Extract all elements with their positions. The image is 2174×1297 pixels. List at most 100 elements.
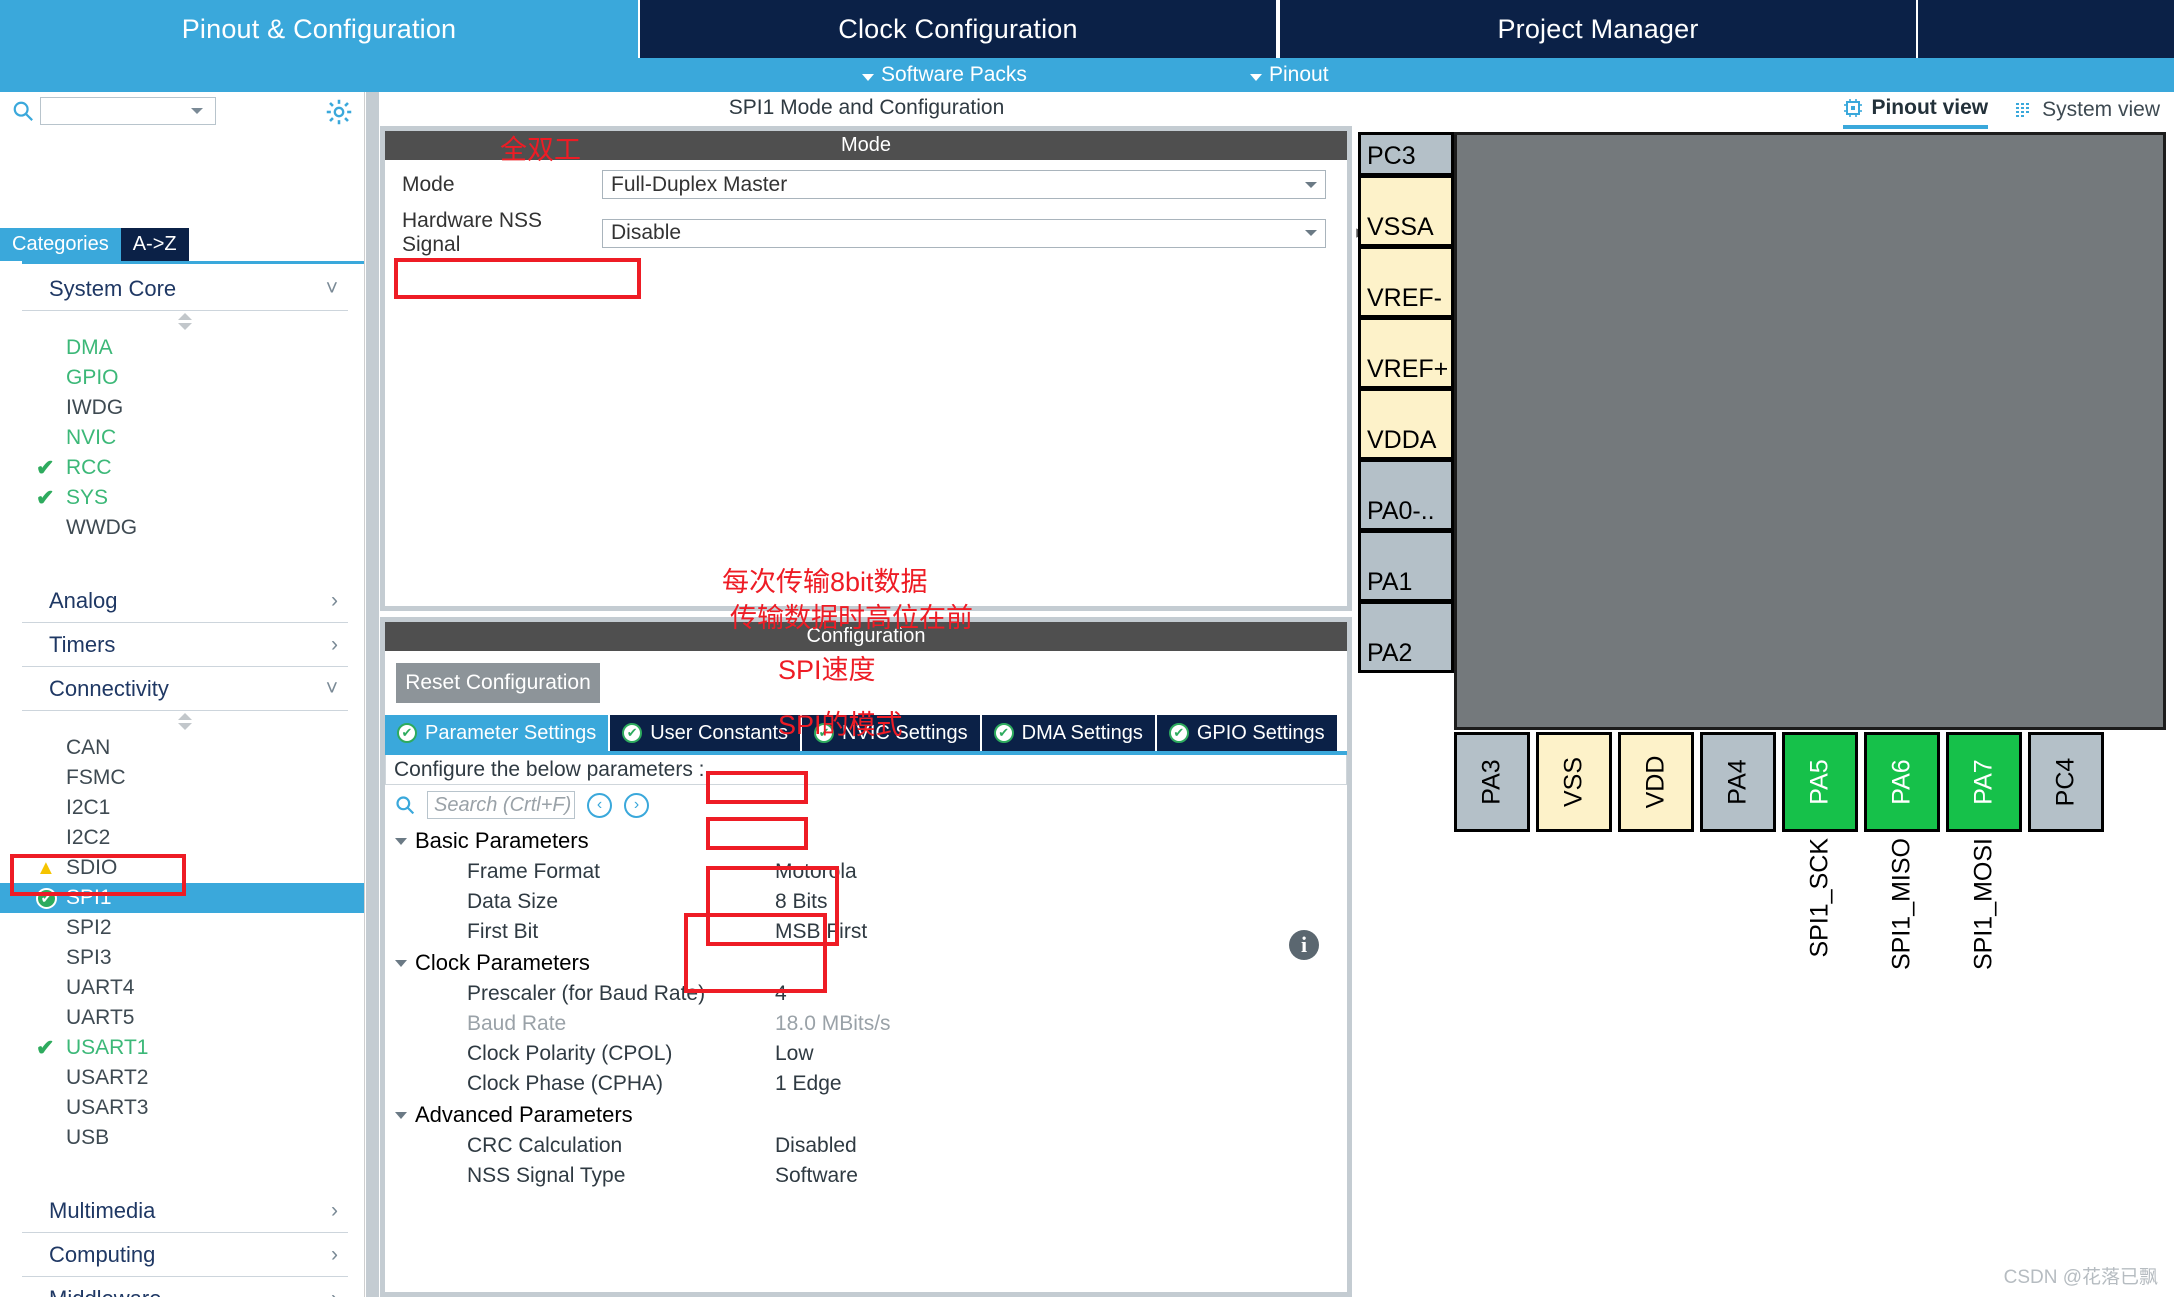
sidebar-item-gpio[interactable]: GPIO — [0, 363, 364, 393]
pin-pa0[interactable]: PA0-.. — [1358, 459, 1454, 531]
gear-icon[interactable] — [325, 98, 353, 126]
sidebar-item-spi2[interactable]: SPI2 — [0, 913, 364, 943]
sidebar-item-usart1[interactable]: ✔ USART1 — [0, 1033, 364, 1063]
sidebar-view-tabs: Categories A->Z — [0, 228, 364, 261]
param-row-prescaler[interactable]: Prescaler (for Baud Rate) 4 — [385, 979, 1347, 1009]
sidebar-item-usb-label: USB — [66, 1126, 110, 1149]
tab-categories[interactable]: Categories — [0, 228, 121, 261]
check-circle-icon: ✔ — [36, 887, 62, 909]
pinout-view-tab-bar: Pinout view System view — [1843, 96, 2160, 129]
tab-project-manager[interactable]: Project Manager — [1278, 0, 1918, 58]
sidebar-item-i2c2[interactable]: I2C2 — [0, 823, 364, 853]
pin-pa1[interactable]: PA1 — [1358, 530, 1454, 602]
pin-pc3[interactable]: PC3 — [1358, 132, 1454, 176]
tab-a-to-z[interactable]: A->Z — [120, 228, 189, 261]
sidebar-item-uart5[interactable]: UART5 — [0, 1003, 364, 1033]
tab-dma-settings[interactable]: ✔ DMA Settings — [979, 715, 1155, 751]
sidebar-item-iwdg[interactable]: IWDG — [0, 393, 364, 423]
parameter-search-input[interactable]: Search (Crtl+F) — [427, 791, 575, 819]
pin-pa2[interactable]: PA2 — [1358, 601, 1454, 673]
group-analog-label: Analog — [49, 587, 118, 613]
reset-configuration-button[interactable]: Reset Configuration — [396, 663, 600, 703]
param-row-nss-signal-type[interactable]: NSS Signal Type Software — [385, 1161, 1347, 1191]
group-multimedia[interactable]: Multimedia › — [22, 1189, 348, 1233]
sidebar-item-uart4[interactable]: UART4 — [0, 973, 364, 1003]
sidebar-item-sdio[interactable]: ▲ SDIO — [0, 853, 364, 883]
chevron-down-icon: ˅ — [325, 676, 338, 700]
mode-row: Mode Full-Duplex Master — [385, 170, 1347, 199]
tab-gpio-settings[interactable]: ✔ GPIO Settings — [1154, 715, 1337, 751]
sidebar-search-row — [0, 92, 364, 130]
sidebar-item-rcc[interactable]: ✔ RCC — [0, 453, 364, 483]
search-prev-button[interactable]: ‹ — [587, 792, 612, 818]
sidebar-item-can[interactable]: CAN — [0, 733, 364, 763]
pinout-menu[interactable]: Pinout — [1250, 63, 1329, 87]
pin-vdd[interactable]: VDD — [1618, 732, 1694, 832]
pin-vss[interactable]: VSS — [1536, 732, 1612, 832]
sub-tab-bar: Software Packs Pinout — [0, 58, 2174, 92]
tree-scroll-handle[interactable] — [0, 711, 364, 733]
tab-user-constants[interactable]: ✔ User Constants — [608, 715, 801, 751]
tab-pinout-configuration[interactable]: Pinout & Configuration — [0, 0, 638, 58]
sidebar-item-fsmc[interactable]: FSMC — [0, 763, 364, 793]
group-middleware[interactable]: Middleware › — [22, 1277, 348, 1297]
mode-select[interactable]: Full-Duplex Master — [602, 170, 1326, 199]
pin-pa5[interactable]: PA5 — [1782, 732, 1858, 832]
group-system-core-label: System Core — [49, 275, 177, 301]
tab-pinout-view[interactable]: Pinout view — [1843, 96, 1989, 129]
param-row-baud-rate: Baud Rate 18.0 MBits/s — [385, 1009, 1347, 1039]
hardware-nss-row: Hardware NSS Signal Disable — [385, 209, 1347, 257]
software-packs-label: Software Packs — [881, 63, 1027, 86]
sidebar-item-wwdg[interactable]: WWDG — [0, 513, 364, 543]
sidebar-item-nvic[interactable]: NVIC — [0, 423, 364, 453]
sidebar-item-i2c1-label: I2C1 — [66, 796, 111, 819]
pin-vdda[interactable]: VDDA — [1358, 388, 1454, 460]
sidebar-item-sys[interactable]: ✔ SYS — [0, 483, 364, 513]
pin-pc4[interactable]: PC4 — [2028, 732, 2104, 832]
tab-clock-configuration[interactable]: Clock Configuration — [638, 0, 1278, 58]
tab-system-view[interactable]: System view — [2014, 98, 2160, 127]
sidebar-item-dma[interactable]: DMA — [0, 333, 364, 363]
group-connectivity[interactable]: Connectivity ˅ — [22, 667, 348, 711]
group-computing[interactable]: Computing › — [22, 1233, 348, 1277]
sidebar-item-spi1[interactable]: ✔ SPI1 — [0, 883, 364, 913]
param-group-advanced[interactable]: Advanced Parameters — [385, 1099, 1347, 1131]
param-group-clock[interactable]: Clock Parameters — [385, 947, 1347, 979]
tree-scroll-handle[interactable] — [0, 311, 364, 333]
param-row-frame-format[interactable]: Frame Format Motorola — [385, 857, 1347, 887]
search-input[interactable] — [40, 97, 216, 125]
chevron-down-icon: ˅ — [325, 276, 338, 300]
pin-pa3[interactable]: PA3 — [1454, 732, 1530, 832]
tab-parameter-settings[interactable]: ✔ Parameter Settings — [385, 715, 609, 751]
param-row-cpha[interactable]: Clock Phase (CPHA) 1 Edge — [385, 1069, 1347, 1099]
sidebar-item-usb[interactable]: USB — [0, 1123, 364, 1153]
software-packs-menu[interactable]: Software Packs — [862, 63, 1027, 87]
param-label-frame-format: Frame Format — [467, 860, 601, 883]
param-row-data-size[interactable]: Data Size 8 Bits — [385, 887, 1347, 917]
param-row-first-bit[interactable]: First Bit MSB First — [385, 917, 1347, 947]
param-row-crc-calculation[interactable]: CRC Calculation Disabled — [385, 1131, 1347, 1161]
pin-vref-minus[interactable]: VREF- — [1358, 246, 1454, 318]
pin-pa4[interactable]: PA4 — [1700, 732, 1776, 832]
pin-pa6[interactable]: PA6 — [1864, 732, 1940, 832]
pin-pa7[interactable]: PA7 — [1946, 732, 2022, 832]
sidebar-item-i2c1[interactable]: I2C1 — [0, 793, 364, 823]
param-label-baud-rate: Baud Rate — [467, 1012, 567, 1035]
sidebar-item-spi3[interactable]: SPI3 — [0, 943, 364, 973]
group-system-core[interactable]: System Core ˅ — [22, 267, 348, 311]
pin-vref-plus[interactable]: VREF+ — [1358, 317, 1454, 389]
hardware-nss-select[interactable]: Disable — [602, 218, 1326, 248]
sidebar-item-usart2[interactable]: USART2 — [0, 1063, 364, 1093]
parameter-search-placeholder: Search (Crtl+F) — [434, 793, 572, 816]
sidebar-item-usart3[interactable]: USART3 — [0, 1093, 364, 1123]
configuration-hint: Configure the below parameters : — [385, 755, 1347, 785]
param-group-basic[interactable]: Basic Parameters — [385, 825, 1347, 857]
peripheral-sidebar: Categories A->Z System Core ˅ DMA GPIO I… — [0, 92, 365, 1297]
search-next-button[interactable]: › — [624, 792, 649, 818]
group-analog[interactable]: Analog › — [22, 579, 348, 623]
chevron-left-icon: ‹ — [596, 796, 603, 813]
pin-vssa[interactable]: VSSA — [1358, 175, 1454, 247]
param-row-cpol[interactable]: Clock Polarity (CPOL) Low — [385, 1039, 1347, 1069]
sidebar-item-spi2-label: SPI2 — [66, 916, 112, 939]
group-timers[interactable]: Timers › — [22, 623, 348, 667]
